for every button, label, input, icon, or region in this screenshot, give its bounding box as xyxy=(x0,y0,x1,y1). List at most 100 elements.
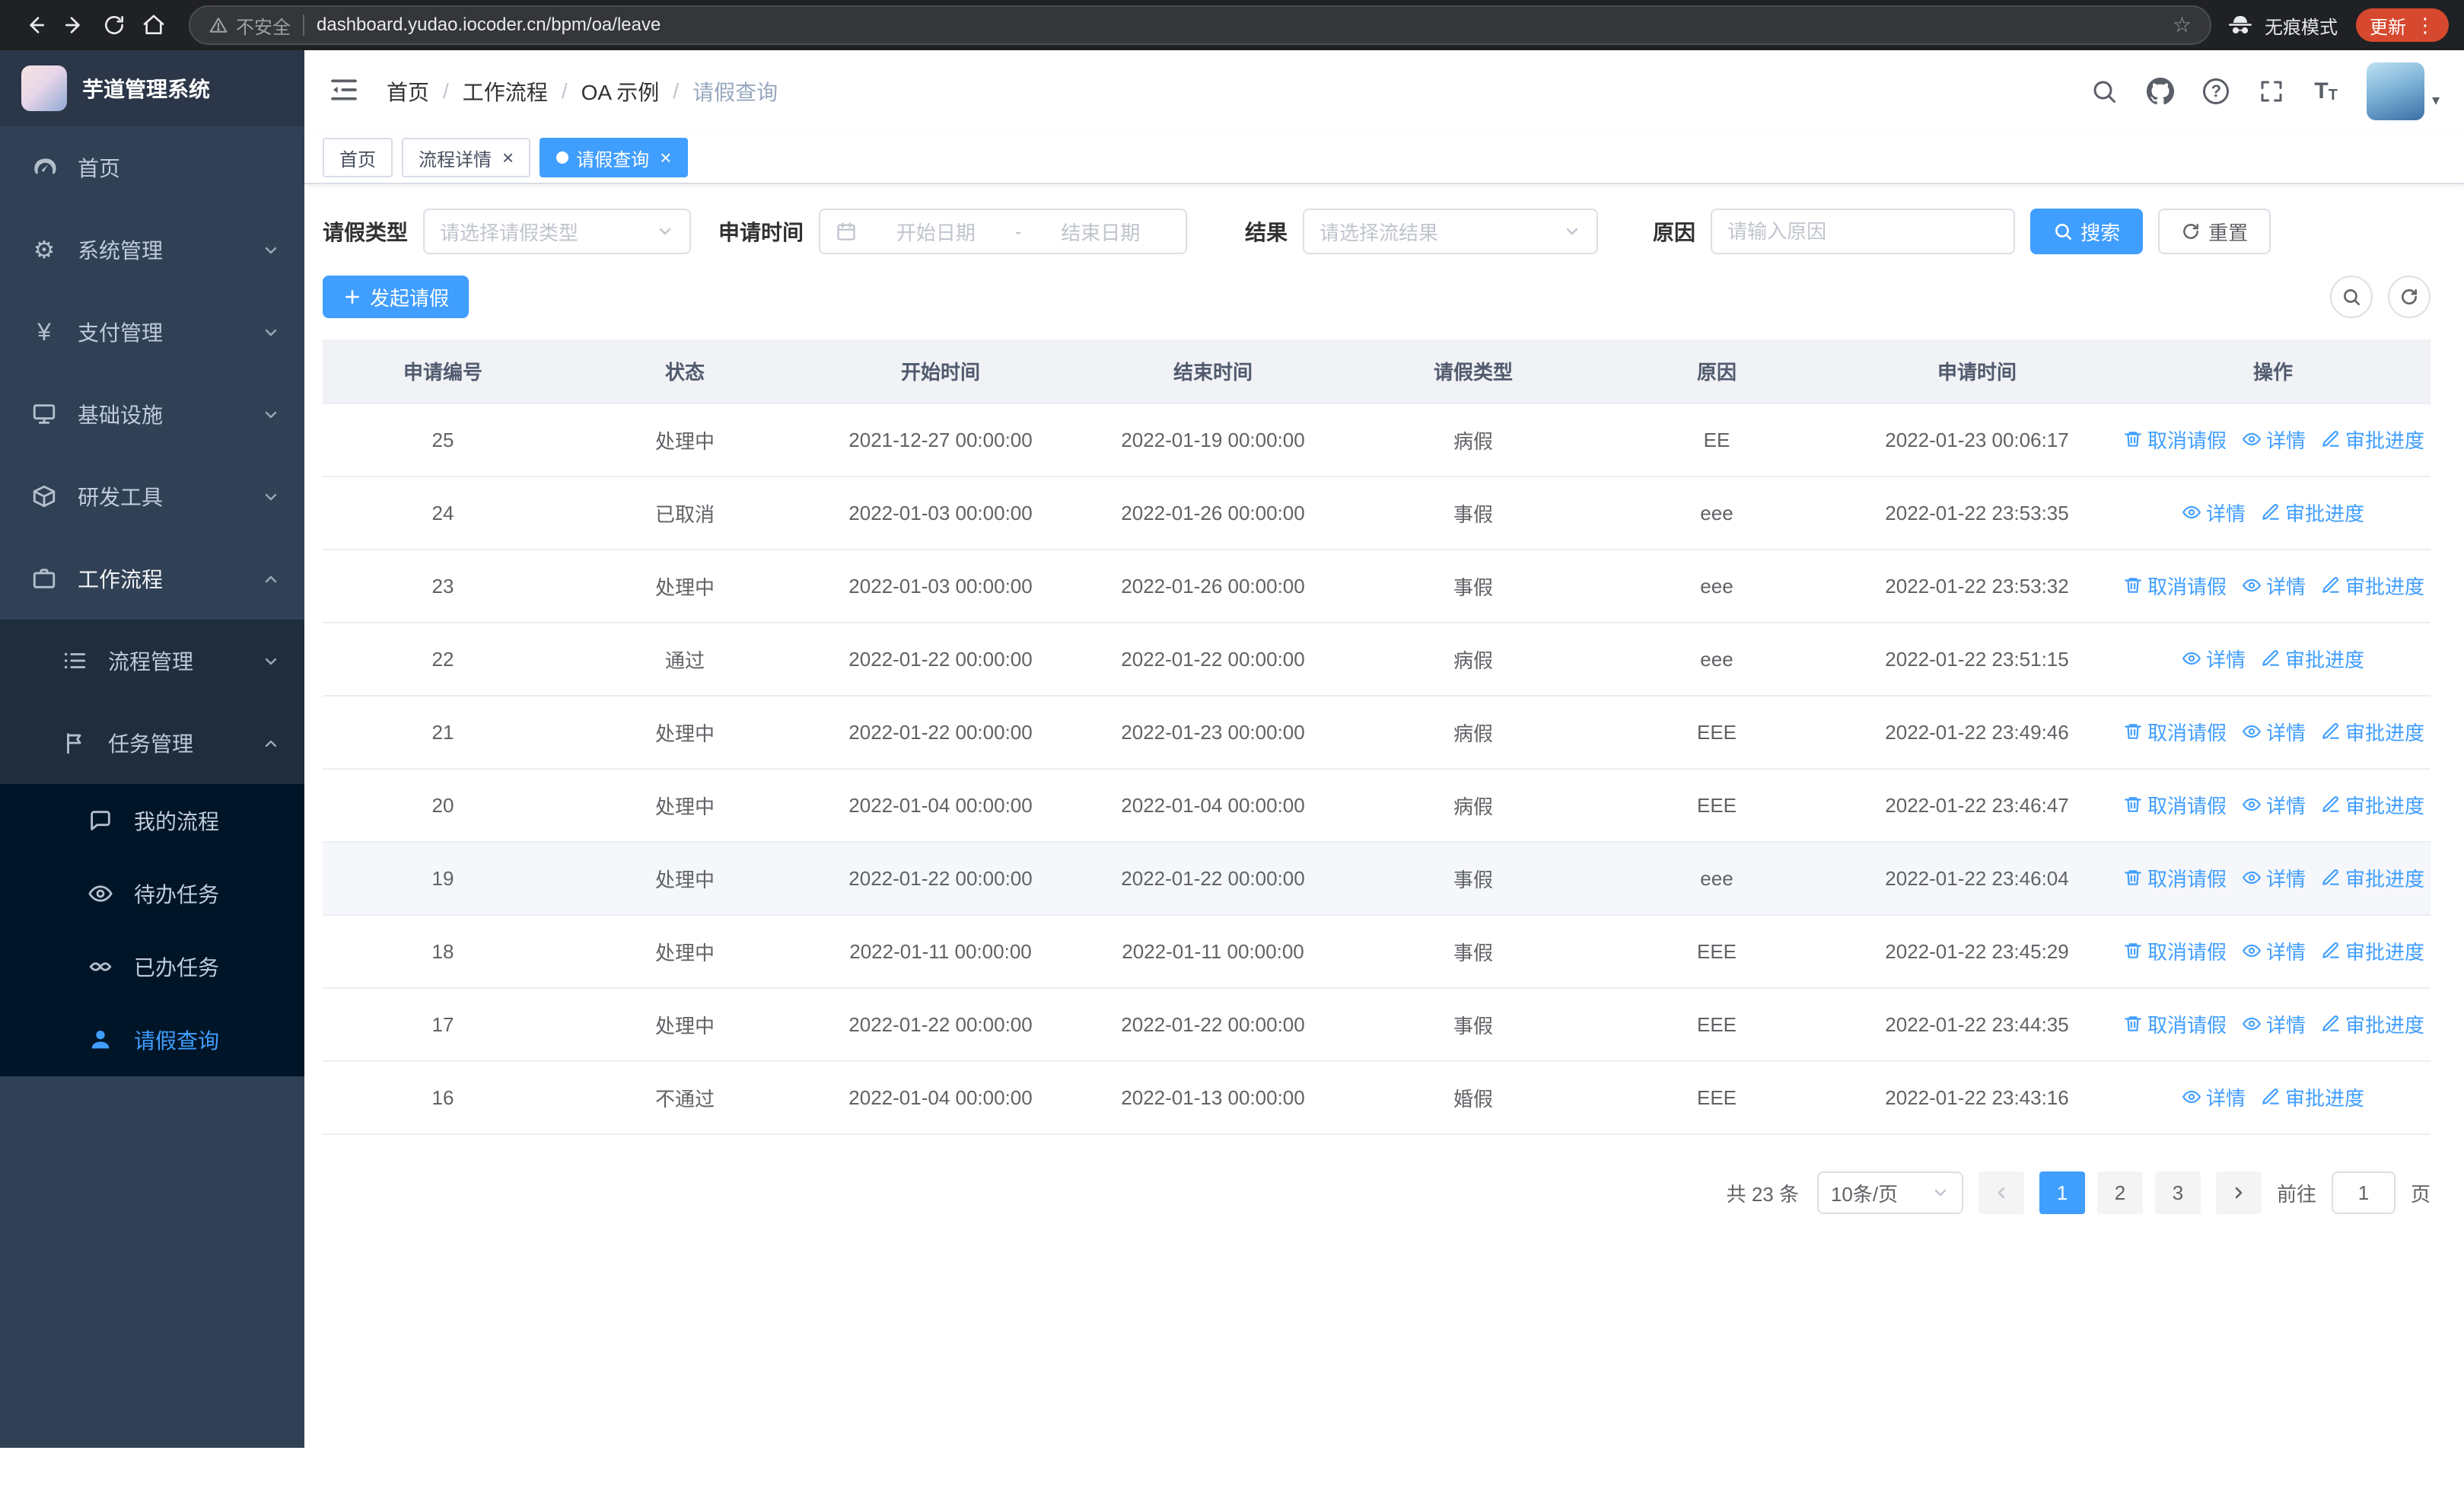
page-button-1[interactable]: 1 xyxy=(2039,1171,2085,1214)
back-button[interactable] xyxy=(15,5,55,45)
toggle-search-button[interactable] xyxy=(2330,276,2373,318)
refresh-icon xyxy=(2183,224,2198,239)
approval-progress-link[interactable]: 审批进度 xyxy=(2261,645,2364,673)
detail-link[interactable]: 详情 xyxy=(2242,1010,2306,1038)
sidebar-item-infra[interactable]: 基础设施 xyxy=(0,373,304,455)
trash-icon xyxy=(2125,432,2141,447)
result-select[interactable]: 请选择流结果 xyxy=(1303,209,1599,254)
sidebar-item-my-process[interactable]: 我的流程 xyxy=(0,784,304,857)
next-page-button[interactable] xyxy=(2215,1171,2262,1214)
chevron-down-icon xyxy=(1931,1184,1950,1202)
sidebar-item-todo-tasks[interactable]: 待办任务 xyxy=(0,857,304,930)
sidebar-item-devtools[interactable]: 研发工具 xyxy=(0,455,304,537)
eye-icon xyxy=(2243,433,2261,446)
start-date-placeholder[interactable]: 开始日期 xyxy=(866,218,1006,246)
refresh-table-button[interactable] xyxy=(2388,276,2431,318)
security-badge[interactable]: 不安全 xyxy=(209,12,291,39)
tab-close-icon[interactable]: × xyxy=(502,148,514,167)
row-actions: 取消请假 详情 审批进度 xyxy=(2115,842,2431,916)
reload-button[interactable] xyxy=(94,5,134,45)
browser-update-button[interactable]: 更新 ⋮ xyxy=(2356,8,2449,42)
tab-home[interactable]: 首页 xyxy=(323,138,393,177)
cancel-leave-link[interactable]: 取消请假 xyxy=(2123,1010,2227,1038)
sidebar-item-leave-query[interactable]: 请假查询 xyxy=(0,1003,304,1076)
detail-link[interactable]: 详情 xyxy=(2182,1083,2246,1111)
search-button[interactable]: 搜索 xyxy=(2030,209,2144,254)
forward-button[interactable] xyxy=(55,5,94,45)
detail-link[interactable]: 详情 xyxy=(2242,718,2306,746)
eye-icon xyxy=(2243,872,2261,885)
breadcrumb-item[interactable]: 首页 xyxy=(387,76,429,107)
avatar[interactable] xyxy=(2366,62,2424,120)
cancel-leave-link[interactable]: 取消请假 xyxy=(2123,426,2227,454)
table-row: 23 处理中 2022-01-03 00:00:00 2022-01-26 00:00… xyxy=(323,550,2431,623)
help-icon[interactable]: ? xyxy=(2203,78,2230,104)
bookmark-star-icon[interactable]: ☆ xyxy=(2173,14,2192,36)
detail-link[interactable]: 详情 xyxy=(2242,864,2306,892)
url-bar[interactable]: 不安全 dashboard.yudao.iocoder.cn/bpm/oa/le… xyxy=(189,5,2211,45)
approval-progress-link[interactable]: 审批进度 xyxy=(2321,937,2424,965)
apply-time-range-picker[interactable]: 开始日期 - 结束日期 xyxy=(819,209,1188,254)
breadcrumb-item[interactable]: OA 示例 xyxy=(581,76,660,107)
sidebar-item-system[interactable]: ⚙ 系统管理 xyxy=(0,209,304,291)
approval-progress-link[interactable]: 审批进度 xyxy=(2261,499,2364,527)
sidebar-toggle-icon[interactable] xyxy=(329,75,362,108)
reason-input[interactable] xyxy=(1727,219,1999,244)
eye-icon xyxy=(2243,945,2261,958)
edit-icon xyxy=(2322,942,2339,958)
detail-link[interactable]: 详情 xyxy=(2182,499,2246,527)
page-button-2[interactable]: 2 xyxy=(2096,1171,2143,1214)
tab-close-icon[interactable]: × xyxy=(660,148,671,167)
reset-button[interactable]: 重置 xyxy=(2158,209,2271,254)
cancel-leave-link[interactable]: 取消请假 xyxy=(2123,864,2227,892)
chevron-down-icon xyxy=(656,222,674,241)
approval-progress-link[interactable]: 审批进度 xyxy=(2261,1083,2364,1111)
sidebar-item-home[interactable]: 首页 xyxy=(0,126,304,209)
approval-progress-link[interactable]: 审批进度 xyxy=(2321,718,2424,746)
home-button[interactable] xyxy=(134,5,173,45)
cancel-leave-link[interactable]: 取消请假 xyxy=(2123,718,2227,746)
trash-icon xyxy=(2125,724,2141,739)
cancel-leave-link[interactable]: 取消请假 xyxy=(2123,937,2227,965)
approval-progress-link[interactable]: 审批进度 xyxy=(2321,864,2424,892)
search-icon xyxy=(2344,289,2361,306)
leave-type-select[interactable]: 请选择请假类型 xyxy=(423,209,692,254)
approval-progress-link[interactable]: 审批进度 xyxy=(2321,791,2424,819)
fullscreen-icon[interactable] xyxy=(2258,78,2285,105)
approval-progress-link[interactable]: 审批进度 xyxy=(2321,572,2424,600)
sidebar-item-payment[interactable]: ¥ 支付管理 xyxy=(0,291,304,373)
tab-process-detail[interactable]: 流程详情 × xyxy=(402,138,531,177)
sidebar-item-process-mgmt[interactable]: 流程管理 xyxy=(0,620,304,702)
sidebar-item-done-tasks[interactable]: 已办任务 xyxy=(0,930,304,1003)
chevron-right-icon xyxy=(2235,1187,2243,1199)
browser-menu-icon[interactable]: ⋮ xyxy=(2415,14,2435,37)
app-logo[interactable]: 芋道管理系统 xyxy=(0,50,304,126)
detail-link[interactable]: 详情 xyxy=(2242,791,2306,819)
font-size-icon[interactable]: TT xyxy=(2314,80,2338,104)
cancel-leave-link[interactable]: 取消请假 xyxy=(2123,572,2227,600)
prev-page-button[interactable] xyxy=(1978,1171,2024,1214)
search-icon[interactable] xyxy=(2090,78,2118,105)
approval-progress-link[interactable]: 审批进度 xyxy=(2321,426,2424,454)
breadcrumb-item[interactable]: 工作流程 xyxy=(463,76,548,107)
tab-leave-query[interactable]: 请假查询 × xyxy=(540,138,689,177)
cancel-leave-link[interactable]: 取消请假 xyxy=(2123,791,2227,819)
sidebar-item-workflow[interactable]: 工作流程 xyxy=(0,537,304,620)
detail-link[interactable]: 详情 xyxy=(2242,426,2306,454)
detail-link[interactable]: 详情 xyxy=(2182,645,2246,673)
page-size-select[interactable]: 10条/页 xyxy=(1816,1171,1963,1214)
url-text[interactable]: dashboard.yudao.iocoder.cn/bpm/oa/leave xyxy=(317,14,2160,36)
goto-page-input[interactable] xyxy=(2331,1171,2396,1214)
end-date-placeholder[interactable]: 结束日期 xyxy=(1030,218,1170,246)
approval-progress-link[interactable]: 审批进度 xyxy=(2321,1010,2424,1038)
detail-link[interactable]: 详情 xyxy=(2242,937,2306,965)
detail-link[interactable]: 详情 xyxy=(2242,572,2306,600)
github-icon[interactable] xyxy=(2147,78,2175,105)
sidebar-item-task-mgmt[interactable]: 任务管理 xyxy=(0,702,304,784)
page-button-3[interactable]: 3 xyxy=(2154,1171,2201,1214)
column-header: 开始时间 xyxy=(807,339,1074,404)
create-leave-button[interactable]: 发起请假 xyxy=(323,276,470,318)
user-menu[interactable]: ▾ xyxy=(2366,62,2440,120)
trash-icon xyxy=(2125,1016,2141,1031)
chevron-down-icon xyxy=(1563,222,1581,241)
